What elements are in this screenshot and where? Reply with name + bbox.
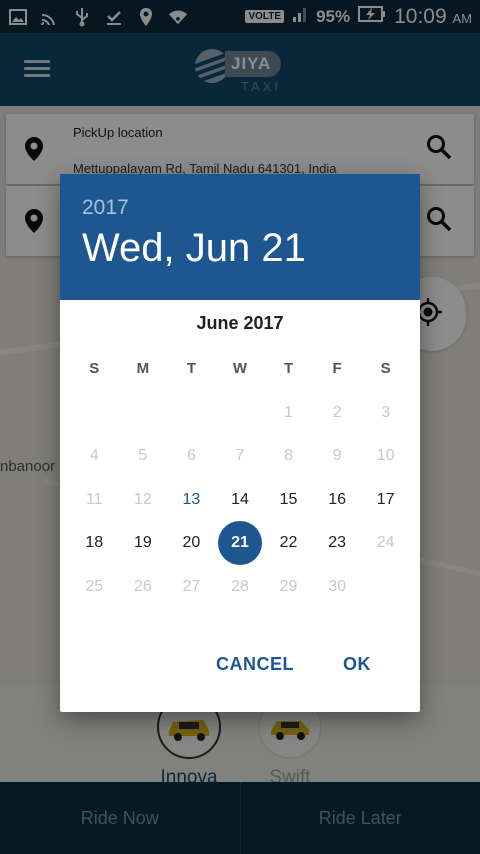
calendar-day: 30 [328,577,346,595]
weekday-label: M [136,360,150,378]
weekday-label: T [186,360,196,378]
calendar-week: 18 19 20 21 22 23 24 [70,521,410,566]
calendar-day: 26 [133,577,152,595]
weekday-label: F [332,360,342,378]
calendar-day[interactable]: 18 [70,521,119,564]
cancel-button[interactable]: CANCEL [216,654,294,675]
empty-cell [216,391,265,434]
ok-button[interactable]: OK [343,654,371,675]
calendar-week: 11 12 13 14 15 16 17 [70,478,410,522]
month-title: June 2017 [196,313,284,333]
calendar-day[interactable]: 20 [167,521,216,564]
calendar-day: 2 [332,403,342,421]
calendar-day: 29 [279,577,298,595]
calendar-day[interactable]: 22 [264,521,313,564]
weekday-label: T [283,360,294,378]
calendar-day[interactable]: 15 [264,478,313,521]
date-picker-header: 2017 Wed, Jun 21 [60,174,420,300]
calendar-day: 27 [182,577,201,595]
calendar-day: 10 [376,447,395,465]
calendar-day: 4 [89,447,99,465]
calendar-day: 3 [381,403,391,421]
calendar-day: 9 [332,447,342,465]
calendar-week: 25 26 27 28 29 30 [70,565,410,609]
calendar-grid: S M T W T F S 1 2 3 4 5 6 7 8 9 10 11 12 13 14 15 16 17 18 19 20 21… [70,347,410,608]
calendar-day[interactable]: 14 [216,478,265,521]
calendar-day[interactable]: 16 [313,478,362,521]
calendar-day[interactable]: 17 [361,478,410,521]
dialog-actions: CANCEL OK [60,626,420,712]
weekday-label: W [232,360,248,378]
calendar-week: 1 2 3 [70,391,410,435]
weekday-label: S [380,360,391,378]
calendar-week: 4 5 6 7 8 9 10 [70,434,410,478]
date-picker-dialog: 2017 Wed, Jun 21 June 2017 SMTWTFS123456… [60,174,420,712]
calendar-day: 7 [235,447,245,465]
year-selector[interactable]: 2017 [82,196,398,220]
empty-cell [361,565,410,608]
calendar-day: 28 [231,577,249,595]
selected-day-label: 21 [217,521,262,566]
calendar-day: 5 [138,447,148,465]
calendar-day[interactable]: 23 [313,521,362,564]
weekday-label: S [89,360,100,378]
selected-date-display[interactable]: Wed, Jun 21 [82,226,398,271]
calendar-day: 25 [85,577,104,595]
calendar-day: 8 [284,447,293,465]
calendar-day: 11 [85,490,103,508]
weekday-header: SMTWTFS [70,347,410,391]
calendar-day: 12 [133,490,152,508]
empty-cell [167,391,216,434]
calendar-day[interactable]: 13 [167,478,216,521]
calendar-day[interactable]: 19 [119,521,168,564]
empty-cell [119,391,168,434]
empty-cell [70,391,119,434]
calendar-day: 24 [376,534,395,552]
calendar-day-selected[interactable]: 21 [216,521,265,566]
calendar-day: 1 [284,403,293,421]
calendar-day: 6 [186,447,196,465]
